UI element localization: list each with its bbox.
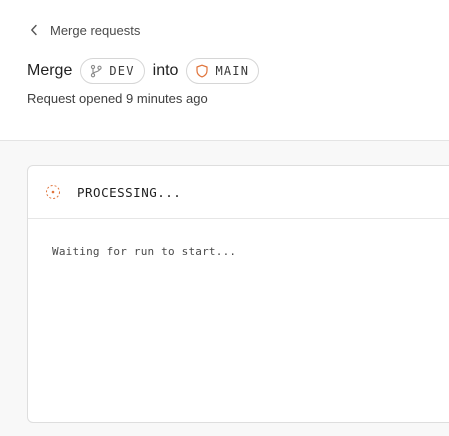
back-to-merge-requests-link[interactable]: Merge requests — [30, 21, 140, 39]
source-branch-badge[interactable]: DEV — [80, 58, 145, 84]
breadcrumb-label: Merge requests — [50, 22, 141, 38]
request-opened-text: Request opened 9 minutes ago — [27, 91, 208, 106]
source-branch-name: DEV — [109, 64, 135, 78]
main-panel: PROCESSING... Waiting for run to start..… — [0, 141, 449, 436]
log-line: Waiting for run to start... — [52, 245, 237, 258]
run-status-header: PROCESSING... — [28, 166, 449, 219]
page-header: Merge requests Merge DEV into MAIN Reque… — [0, 0, 449, 141]
merge-title: Merge DEV into MAIN — [27, 56, 267, 86]
spinner-icon — [45, 184, 61, 200]
run-log: Waiting for run to start... — [28, 219, 449, 258]
chevron-left-icon — [30, 24, 38, 36]
target-branch-badge[interactable]: MAIN — [186, 58, 260, 84]
run-status-card: PROCESSING... Waiting for run to start..… — [27, 165, 449, 423]
shield-icon — [195, 64, 209, 78]
git-branch-icon — [89, 64, 103, 78]
merge-title-connector: into — [152, 62, 179, 79]
run-status-label: PROCESSING... — [77, 184, 182, 200]
merge-title-prefix: Merge — [27, 62, 73, 79]
target-branch-name: MAIN — [215, 64, 250, 78]
